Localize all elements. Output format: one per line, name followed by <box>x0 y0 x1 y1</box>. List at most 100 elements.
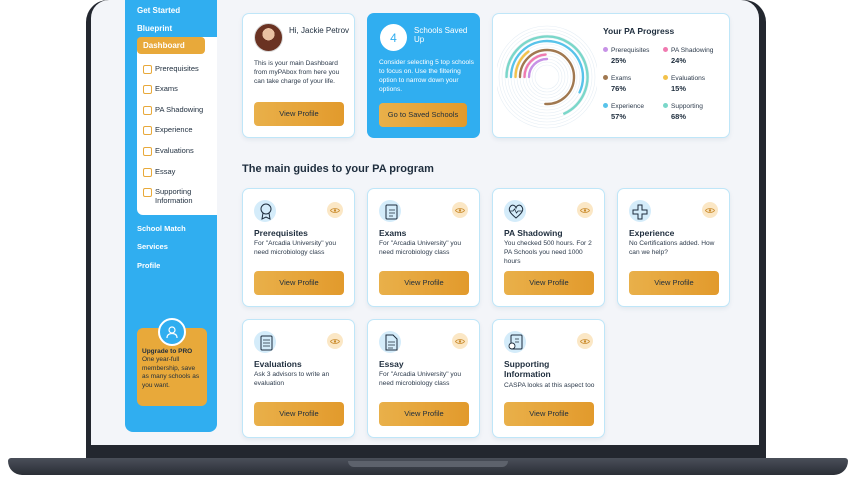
upgrade-text: One year-full membership, save as many s… <box>142 356 200 389</box>
sub-item-evaluations[interactable]: Evaluations <box>143 146 215 156</box>
prerequisites-icon <box>143 65 152 74</box>
guide-title: PA Shadowing <box>504 228 563 238</box>
guide-card-shadowing: PA Shadowing You checked 500 hours. For … <box>492 188 605 307</box>
legend-dot <box>603 47 608 52</box>
sub-item-label: PA Shadowing <box>155 105 204 114</box>
welcome-name: Hi, Jackie Petrov <box>289 26 350 35</box>
guide-desc: Ask 3 advisors to write an evaluation <box>254 371 330 387</box>
progress-guide-ring <box>498 28 596 126</box>
essay-icon <box>143 168 152 177</box>
section-title: The main guides to your PA program <box>242 163 434 175</box>
document-icon <box>379 331 401 353</box>
guide-title: Essay <box>379 359 404 369</box>
legend-value: 76% <box>611 84 627 93</box>
progress-guide-ring <box>531 61 563 93</box>
view-profile-button[interactable]: View Profile <box>629 271 719 295</box>
sidebar: Get Started Blueprint Dashboard Prerequi… <box>125 0 217 432</box>
view-profile-button[interactable]: View Profile <box>254 271 344 295</box>
nav-services[interactable]: Services <box>137 242 168 251</box>
exams-icon <box>143 85 152 94</box>
guide-title: Evaluations <box>254 359 302 369</box>
sub-item-essay[interactable]: Essay <box>143 167 215 177</box>
eye-icon[interactable] <box>702 202 718 218</box>
eye-icon[interactable] <box>577 333 593 349</box>
view-profile-button[interactable]: View Profile <box>504 271 594 295</box>
guide-desc: For "Arcadia University" you need microb… <box>254 240 337 256</box>
guide-desc: For "Arcadia University" you need microb… <box>379 371 462 387</box>
legend-label: Exams <box>611 75 632 82</box>
guide-title: Exams <box>379 228 407 238</box>
laptop-mockup: Get Started Blueprint Dashboard Prerequi… <box>0 0 856 503</box>
legend-label: Experience <box>611 103 644 110</box>
guide-card-prerequisites: Prerequisites For "Arcadia University" y… <box>242 188 355 307</box>
nav-profile[interactable]: Profile <box>137 261 160 270</box>
heartbeat-icon <box>504 200 526 222</box>
guide-card-evaluations: Evaluations Ask 3 advisors to write an e… <box>242 319 355 438</box>
evaluations-icon <box>143 147 152 156</box>
clipboard-icon <box>379 200 401 222</box>
avatar <box>254 23 283 52</box>
view-profile-button[interactable]: View Profile <box>254 402 344 426</box>
experience-icon <box>143 126 152 135</box>
legend-dot <box>663 47 668 52</box>
sub-item-experience[interactable]: Experience <box>143 125 215 135</box>
checklist-icon <box>254 331 276 353</box>
sub-item-label: Essay <box>155 167 176 176</box>
go-to-saved-schools-button[interactable]: Go to Saved Schools <box>379 103 467 127</box>
view-profile-button[interactable]: View Profile <box>379 271 469 295</box>
progress-card: Your PA Progress Prerequisites 25% PA Sha… <box>492 13 730 138</box>
legend-label: Supporting <box>671 103 703 110</box>
schools-text: Consider selecting 5 top schools to focu… <box>379 59 474 93</box>
guide-desc: CASPA looks at this aspect too <box>504 382 595 389</box>
app-screen: Get Started Blueprint Dashboard Prerequi… <box>91 0 759 445</box>
laptop-notch <box>348 461 508 467</box>
view-profile-button[interactable]: View Profile <box>379 402 469 426</box>
supporting-icon <box>143 188 152 197</box>
nav-blueprint[interactable]: Blueprint <box>137 24 172 33</box>
sub-item-label: Supporting Information <box>155 187 193 205</box>
legend-value: 57% <box>611 112 627 121</box>
view-profile-button[interactable]: View Profile <box>504 402 594 426</box>
progress-title: Your PA Progress <box>603 26 675 36</box>
guide-card-exams: Exams For "Arcadia University" you need … <box>367 188 480 307</box>
sub-item-exams[interactable]: Exams <box>143 84 215 94</box>
sub-item-prerequisites[interactable]: Prerequisites <box>143 64 215 74</box>
nav-dashboard[interactable]: Dashboard <box>137 37 205 54</box>
medical-cross-icon <box>629 200 651 222</box>
legend-experience: Experience 57% <box>603 103 644 121</box>
guide-title: Prerequisites <box>254 228 308 238</box>
nav-school-match[interactable]: School Match <box>137 224 186 233</box>
legend-label: PA Shadowing <box>671 47 714 54</box>
schools-saved-card: 4 Schools Saved Up Consider selecting 5 … <box>367 13 480 138</box>
progress-ring-supporting <box>505 35 589 115</box>
schools-title: Schools Saved Up <box>414 26 468 45</box>
nav-get-started[interactable]: Get Started <box>137 6 180 15</box>
upgrade-title: Upgrade to PRO <box>142 348 193 355</box>
guide-title: Experience <box>629 228 675 238</box>
view-profile-button[interactable]: View Profile <box>254 102 344 126</box>
guide-card-supporting: Supporting Information CASPA looks at th… <box>492 319 605 438</box>
legend-dot <box>663 75 668 80</box>
eye-icon[interactable] <box>452 202 468 218</box>
legend-value: 15% <box>671 84 687 93</box>
legend-value: 68% <box>671 112 687 121</box>
guide-card-essay: Essay For "Arcadia University" you need … <box>367 319 480 438</box>
sub-item-supporting[interactable]: Supporting Information <box>143 187 215 205</box>
guide-desc: You checked 500 hours. For 2 PA Schools … <box>504 240 592 265</box>
legend-label: Prerequisites <box>611 47 650 54</box>
eye-icon[interactable] <box>452 333 468 349</box>
progress-guide-ring <box>534 64 560 90</box>
ribbon-icon <box>254 200 276 222</box>
eye-icon[interactable] <box>327 333 343 349</box>
guide-title: Supporting Information <box>504 359 551 379</box>
legend-dot <box>603 103 608 108</box>
legend-dot <box>663 103 668 108</box>
schools-count: 4 <box>380 24 407 51</box>
legend-value: 24% <box>671 56 687 65</box>
legend-dot <box>603 75 608 80</box>
eye-icon[interactable] <box>577 202 593 218</box>
sub-item-shadowing[interactable]: PA Shadowing <box>143 105 215 115</box>
legend-supporting: Supporting 68% <box>663 103 703 121</box>
legend-prerequisites: Prerequisites 25% <box>603 47 649 65</box>
eye-icon[interactable] <box>327 202 343 218</box>
